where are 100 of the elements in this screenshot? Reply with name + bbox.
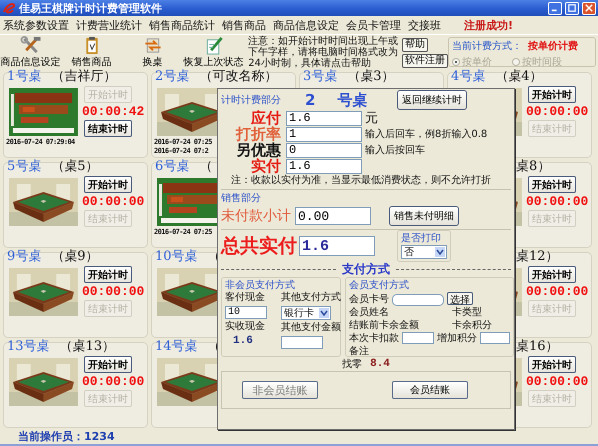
menu-item[interactable]: 销售商品统计 — [149, 18, 215, 32]
field-hint: 输入后回车，例8折输入0.8 — [365, 128, 488, 141]
start-timer-button[interactable]: 开始计时 — [84, 266, 132, 283]
toolbar-button[interactable]: 销售商品 — [61, 35, 122, 69]
field-label: 增加积分 — [437, 332, 477, 344]
deduct-field[interactable] — [402, 332, 434, 344]
start-timer-button[interactable]: 开始计时 — [528, 356, 576, 373]
amount-field[interactable]: 1 — [286, 126, 362, 142]
table-name: （可改名称） — [199, 68, 278, 84]
caret-icon — [435, 247, 445, 257]
field-label: 打折率 — [234, 124, 281, 142]
table-number: 5号桌 — [7, 158, 42, 174]
amount-field[interactable]: 0 — [286, 142, 362, 158]
radio-label: 按时间段 — [522, 56, 562, 69]
app-logo-icon — [2, 2, 16, 14]
table-name: 桌12） — [516, 248, 559, 264]
timer-display: 00:00:42 — [82, 103, 144, 120]
field-label: 结账前卡余金额 — [349, 318, 420, 332]
start-timer-button[interactable]: 开始计时 — [528, 266, 576, 283]
amount-field[interactable]: 1.6 — [286, 110, 362, 126]
payment-method-select[interactable]: 银行卡 — [281, 306, 331, 320]
start-timer-button[interactable]: 开始计时 — [84, 356, 132, 373]
currency-unit: 元 — [365, 110, 378, 127]
field-label: 实付 — [251, 156, 281, 174]
menu-item[interactable]: 销售商品 — [222, 18, 266, 32]
menu-item[interactable]: 会员卡管理 — [346, 18, 401, 32]
table-name: （桌13） — [60, 338, 116, 354]
table-name: 桌16） — [516, 338, 559, 354]
field-label: 会员卡号 — [349, 292, 389, 306]
group-label: 非会员支付方式 — [225, 280, 295, 291]
notice-text: 注意：如开始计时时间出现上午或下午字样，请将电脑时间格式改为24小时制，具体请点击帮助 — [248, 36, 400, 69]
table-number: 10号桌 — [155, 248, 198, 264]
timer-display: 00:00:00 — [526, 283, 588, 300]
table-name: （桌4） — [495, 68, 543, 84]
return-button[interactable]: 返回继续计时 — [397, 90, 467, 110]
field-label: 另优惠 — [236, 140, 281, 158]
start-timer-button[interactable]: 开始计时 — [528, 176, 576, 193]
menu-item[interactable]: 计费营业统计 — [76, 18, 142, 32]
window-title: 佳易王棋牌计时计费管理软件 — [19, 0, 162, 16]
operator-label: 当前操作员：1234 — [18, 430, 115, 443]
total-field[interactable]: 1.6 — [299, 236, 375, 256]
field-label: 卡余积分 — [452, 318, 492, 332]
caret-icon — [319, 308, 329, 318]
menu-item[interactable]: 商品信息设定 — [273, 18, 339, 32]
field-label: 本次卡扣款 — [349, 332, 399, 344]
timer-display: 00:00:00 — [82, 283, 144, 300]
group-label: 会员支付方式 — [349, 280, 409, 291]
section-label: 计时计费部分 — [221, 94, 281, 107]
field-label: 会员姓名 — [349, 306, 390, 318]
table-number: 1号桌 — [7, 68, 42, 84]
choose-button[interactable]: 选择 — [447, 292, 473, 305]
subtotal-label: 未付款小计 — [221, 207, 291, 225]
table-number: 14号桌 — [155, 338, 198, 354]
timer-display: 00:00:00 — [526, 193, 588, 210]
amount-field[interactable] — [281, 336, 323, 349]
sales-detail-button[interactable]: 销售未付明细 — [389, 206, 459, 226]
toolbar-button[interactable]: 换桌 — [122, 35, 184, 69]
checkout-button[interactable]: 非会员结账 — [242, 381, 318, 399]
field-label: 其他支付金额 — [281, 322, 341, 334]
total-label: 总共实付 — [221, 234, 297, 259]
menu-item[interactable]: 交接班 — [408, 18, 441, 32]
billing-mode-value: 按单价计费 — [528, 40, 578, 53]
toolbar-button[interactable]: 恢复上次状态 — [183, 35, 244, 69]
print-select[interactable]: 否 — [401, 245, 447, 259]
timer-display: 00:00:00 — [526, 373, 588, 390]
change-amount: 8.4 — [370, 358, 390, 370]
tools-icon — [20, 36, 42, 55]
notice-button[interactable]: 软件注册 — [402, 54, 448, 68]
toolbar-button[interactable]: 商品信息设定 — [0, 35, 62, 69]
table-name: （桌5） — [51, 158, 99, 174]
billing-mode-label: 当前计费方式： — [452, 40, 522, 53]
registration-status: 注册成功! — [464, 18, 513, 32]
field-label: 实收现金 — [225, 321, 266, 333]
table-name: （桌3） — [347, 68, 395, 84]
close-icon — [585, 4, 593, 12]
amount-field[interactable]: 1.6 — [286, 158, 362, 174]
stop-timer-button[interactable]: 结束计时 — [84, 120, 132, 137]
received-amount: 1.6 — [232, 335, 254, 347]
table-number: 2 — [305, 91, 316, 109]
menu-item[interactable]: 系统参数设置 — [3, 18, 69, 32]
section-label: 销售部分 — [221, 193, 261, 204]
notice-button[interactable]: 帮助 — [402, 38, 428, 52]
maximize-icon — [568, 4, 576, 12]
subtotal-field[interactable]: 0.00 — [295, 207, 371, 225]
table-number: 4号桌 — [451, 68, 486, 84]
close-button[interactable] — [582, 2, 596, 14]
minimize-button[interactable] — [548, 2, 562, 14]
start-timer-button[interactable]: 开始计时 — [84, 176, 132, 193]
table-name: 桌8） — [516, 158, 550, 174]
card-number-field[interactable] — [392, 294, 444, 306]
maximize-button[interactable] — [565, 2, 579, 14]
section-heading: 支付方式 — [342, 261, 390, 278]
table-label: 号桌 — [337, 90, 368, 110]
cash-field[interactable]: 10 — [225, 306, 267, 319]
start-timer-button[interactable]: 开始计时 — [528, 86, 576, 103]
points-field[interactable] — [480, 332, 510, 344]
table-name: （吉祥厅） — [51, 68, 116, 84]
checkout-button[interactable]: 会员结账 — [392, 381, 468, 399]
timer-display: 00:00:00 — [82, 193, 144, 210]
field-label: 客付现金 — [225, 292, 266, 304]
